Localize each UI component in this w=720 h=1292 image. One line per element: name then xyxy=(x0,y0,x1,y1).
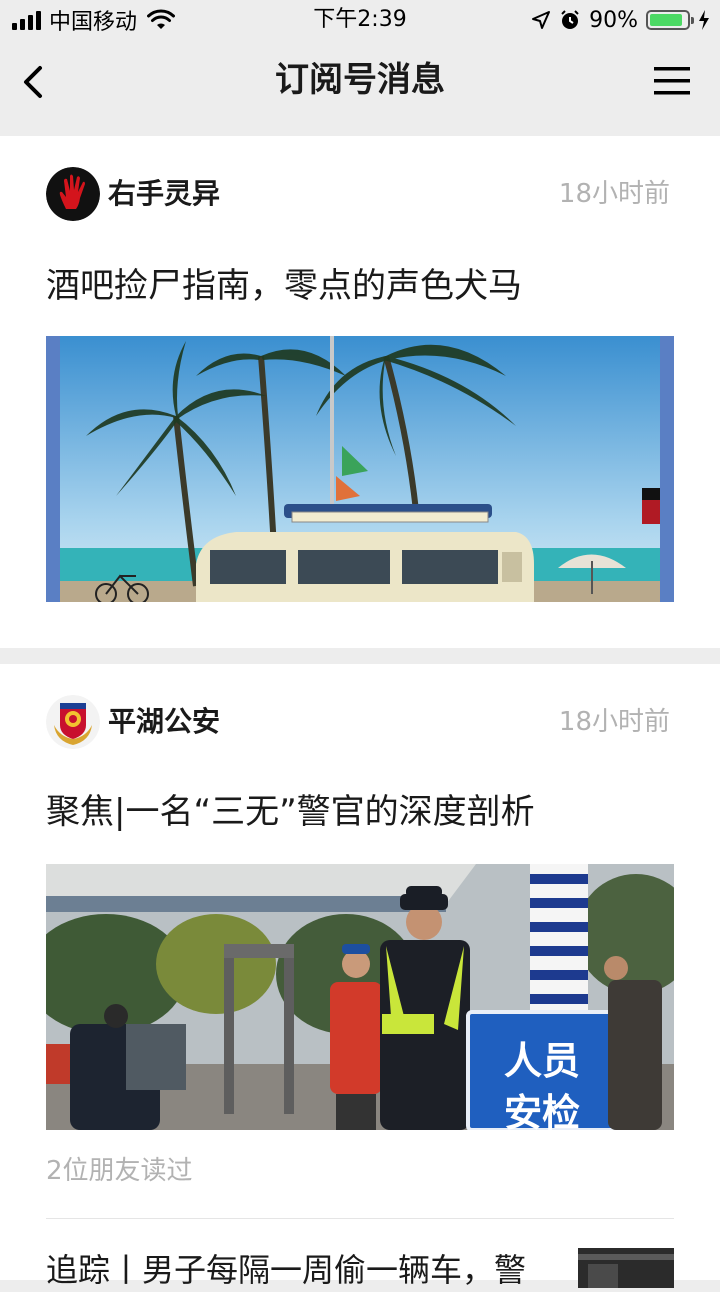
location-icon xyxy=(532,11,551,29)
police-security-check-image[interactable]: 人员 安检 xyxy=(46,864,674,1130)
police-emblem-avatar[interactable] xyxy=(46,695,100,749)
article-thumbnail[interactable] xyxy=(578,1248,674,1288)
sign-text-line1: 人员 xyxy=(504,1039,580,1083)
nav-bar: 订阅号消息 xyxy=(0,40,720,136)
article-headline[interactable]: 酒吧捡尸指南，零点的声色犬马 xyxy=(46,264,522,308)
article-card[interactable]: 右手灵异 18小时前 酒吧捡尸指南，零点的声色犬马 xyxy=(0,136,720,648)
friends-read-count: 2位朋友读过 xyxy=(46,1156,193,1186)
article-headline[interactable]: 聚焦|一名“三无”警官的深度剖析 xyxy=(46,790,535,834)
status-bar: 中国移动 下午2:39 90% xyxy=(0,0,720,40)
page-title: 订阅号消息 xyxy=(275,60,445,100)
hamburger-menu-icon[interactable] xyxy=(654,64,690,98)
red-hand-avatar[interactable] xyxy=(46,167,100,221)
alarm-icon xyxy=(561,10,579,29)
battery-percent: 90% xyxy=(589,7,638,33)
account-name[interactable]: 右手灵异 xyxy=(108,174,220,214)
post-time: 18小时前 xyxy=(558,707,670,737)
charging-icon xyxy=(699,10,709,30)
sign-text-line2: 安检 xyxy=(504,1091,580,1130)
palm-trees-van-beach-image[interactable] xyxy=(46,336,674,602)
post-time: 18小时前 xyxy=(558,179,670,209)
battery-icon xyxy=(646,10,694,30)
account-name[interactable]: 平湖公安 xyxy=(108,702,220,742)
divider xyxy=(46,1218,674,1219)
article-headline-secondary[interactable]: 追踪丨男子每隔一周偷一辆车，警 xyxy=(46,1248,526,1292)
article-card[interactable]: 平湖公安 18小时前 聚焦|一名“三无”警官的深度剖析 人员 安检 2位朋友读过… xyxy=(0,664,720,1289)
